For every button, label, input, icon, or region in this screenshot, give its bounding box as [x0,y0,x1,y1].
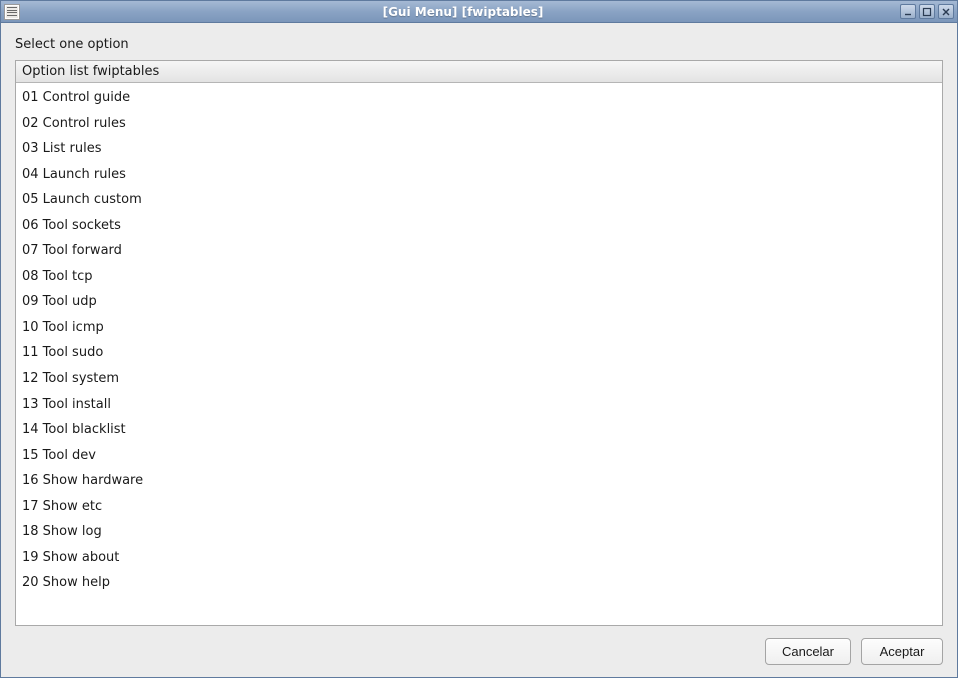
minimize-button[interactable] [900,4,916,19]
list-item[interactable]: 11 Tool sudo [16,340,942,366]
minimize-icon [903,7,913,17]
window-title: [Gui Menu] [fwiptables] [26,5,900,19]
maximize-button[interactable] [919,4,935,19]
list-item[interactable]: 12 Tool system [16,366,942,392]
list-item[interactable]: 19 Show about [16,545,942,571]
list-item[interactable]: 17 Show etc [16,494,942,520]
list-item[interactable]: 14 Tool blacklist [16,417,942,443]
list-item[interactable]: 10 Tool icmp [16,315,942,341]
dialog-buttons: Cancelar Aceptar [15,626,943,665]
maximize-icon [922,7,932,17]
list-item[interactable]: 08 Tool tcp [16,264,942,290]
list-item[interactable]: 18 Show log [16,519,942,545]
list-item[interactable]: 16 Show hardware [16,468,942,494]
list-item[interactable]: 06 Tool sockets [16,213,942,239]
list-item[interactable]: 20 Show help [16,570,942,596]
list-item[interactable]: 02 Control rules [16,111,942,137]
prompt-label: Select one option [15,37,943,52]
option-list-body[interactable]: 01 Control guide02 Control rules03 List … [16,83,942,625]
titlebar[interactable]: [Gui Menu] [fwiptables] [1,1,957,23]
window-controls [900,4,954,19]
list-item[interactable]: 13 Tool install [16,392,942,418]
list-item[interactable]: 09 Tool udp [16,289,942,315]
column-header[interactable]: Option list fwiptables [16,61,942,83]
accept-button[interactable]: Aceptar [861,638,943,665]
option-list[interactable]: Option list fwiptables 01 Control guide0… [15,60,943,626]
list-item[interactable]: 07 Tool forward [16,238,942,264]
list-item[interactable]: 03 List rules [16,136,942,162]
cancel-button[interactable]: Cancelar [765,638,851,665]
list-item[interactable]: 04 Launch rules [16,162,942,188]
dialog-content: Select one option Option list fwiptables… [1,23,957,677]
list-item[interactable]: 01 Control guide [16,85,942,111]
dialog-window: [Gui Menu] [fwiptables] Select one optio… [0,0,958,678]
list-item[interactable]: 05 Launch custom [16,187,942,213]
app-menu-icon[interactable] [4,4,20,20]
list-item[interactable]: 15 Tool dev [16,443,942,469]
close-icon [941,7,951,17]
close-button[interactable] [938,4,954,19]
